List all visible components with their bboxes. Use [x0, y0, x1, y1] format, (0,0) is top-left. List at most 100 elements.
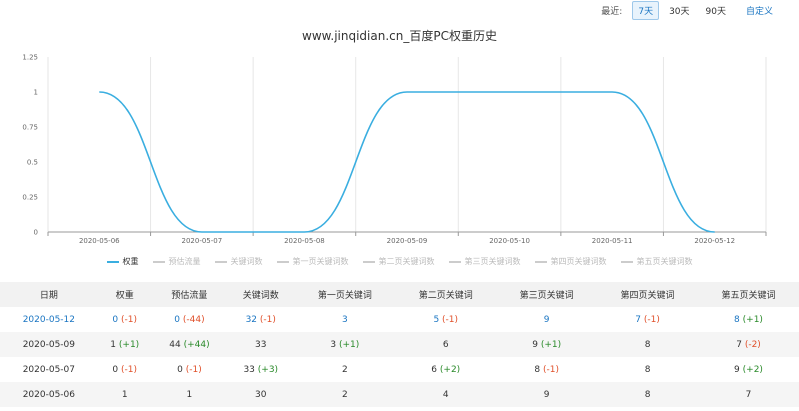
value-cell: 9 (+1): [496, 332, 598, 357]
legend-swatch: [534, 260, 547, 263]
legend-item[interactable]: 第二页关键词数: [362, 256, 435, 267]
value-cell: 8: [597, 357, 698, 382]
cell-change: (-1): [185, 364, 202, 375]
legend-item[interactable]: 第三页关键词数: [448, 256, 521, 267]
legend-swatch: [448, 260, 461, 263]
value-cell: 1 (+1): [97, 332, 152, 357]
legend-label: 关键词数: [230, 257, 263, 266]
cell-value: 8: [734, 314, 740, 325]
x-tick-label: 2020-05-09: [387, 237, 428, 245]
cell-value: 33: [255, 339, 267, 350]
date-cell[interactable]: 2020-05-12: [0, 307, 98, 332]
value-cell: 0 (-1): [98, 357, 152, 382]
cell-value: 6: [431, 364, 438, 375]
value-cell: 2: [294, 357, 395, 382]
series-line-weight: [99, 91, 715, 233]
y-tick-label: 1.25: [22, 54, 38, 62]
cell-value: 0: [177, 364, 183, 375]
value-cell[interactable]: 3: [294, 307, 395, 332]
x-tick-label: 2020-05-07: [182, 237, 223, 245]
legend-swatch: [106, 260, 119, 263]
value-cell[interactable]: 7 (-1): [597, 307, 698, 332]
column-header: 第五页关键词: [698, 282, 799, 307]
value-cell: 8: [597, 332, 699, 357]
value-cell: 8 (-1): [496, 357, 597, 382]
cell-value: 7: [635, 314, 641, 325]
legend-item[interactable]: 权重: [106, 256, 139, 267]
legend-item[interactable]: 第五页关键词数: [620, 256, 693, 267]
y-tick-label: 0.75: [22, 124, 38, 132]
value-cell[interactable]: 9: [496, 307, 597, 332]
value-cell: 9 (+2): [698, 357, 799, 382]
column-header: 关键词数: [227, 282, 295, 307]
legend-item[interactable]: 关键词数: [214, 256, 263, 267]
value-cell: 44 (+44): [151, 332, 228, 357]
cell-value: 8: [644, 339, 651, 350]
cell-change: (+1): [540, 339, 562, 350]
cell-value: 8: [534, 364, 541, 375]
x-tick-label: 2020-05-12: [694, 237, 735, 245]
cell-value: 33: [243, 364, 255, 375]
value-cell: 1: [97, 382, 152, 407]
value-cell: 3 (+1): [294, 332, 396, 357]
x-tick-label: 2020-05-11: [592, 237, 633, 245]
cell-value: 9: [543, 314, 550, 325]
column-header: 第二页关键词: [395, 282, 497, 307]
cell-value: 4: [442, 389, 449, 400]
cell-change: (+1): [118, 339, 140, 350]
cell-change: (+2): [742, 364, 763, 375]
table-header-row: 日期 权重 预估流量 关键词数 第一页关键词 第二页关键词 第三页关键词 第四页关键词 第五页关…: [0, 282, 799, 307]
legend-item[interactable]: 预估流量: [152, 256, 201, 267]
legend-item[interactable]: 第四页关键词数: [534, 256, 607, 267]
legend-item[interactable]: 第一页关键词数: [276, 256, 349, 267]
value-cell[interactable]: 0 (-1): [98, 307, 152, 332]
x-tick-label: 2020-05-10: [489, 237, 530, 245]
cell-value: 2020-05-07: [22, 364, 76, 375]
y-tick-label: 0: [34, 229, 38, 237]
y-tick-label: 0.25: [22, 194, 38, 202]
value-cell[interactable]: 5 (-1): [395, 307, 496, 332]
cell-value: 2020-05-06: [22, 389, 76, 400]
date-cell: 2020-05-07: [0, 357, 98, 382]
value-cell: 7: [698, 382, 799, 407]
table-row: 2020-05-07 0 (-1) 0 (-1) 33 (+3) 2 6 (+2) 8 (-…: [0, 357, 799, 382]
cell-change: (+1): [742, 314, 763, 325]
cell-change: (+2): [439, 364, 461, 375]
cell-change: (-1): [121, 364, 138, 375]
column-header: 第一页关键词: [294, 282, 396, 307]
cell-value: 2020-05-09: [22, 339, 76, 350]
cell-change: (-1): [542, 364, 559, 375]
weight-history-chart: 0 0.25 0.5 0.75 1 1.25 2020-05-06 2020-05-07 202…: [22, 54, 767, 245]
column-header: 日期: [0, 282, 98, 307]
value-cell: 6 (+2): [395, 357, 496, 382]
cell-change: (-1): [121, 314, 138, 325]
history-table: 日期 权重 预估流量 关键词数 第一页关键词 第二页关键词 第三页关键词 第四页关键词 第五页关…: [0, 282, 799, 407]
value-cell: 8: [597, 382, 699, 407]
cell-value: 44: [169, 339, 181, 350]
cell-change: (+44): [183, 339, 210, 350]
date-cell: 2020-05-09: [0, 332, 98, 357]
value-cell: 7 (-2): [698, 332, 799, 357]
y-tick-label: 0.5: [27, 159, 38, 167]
legend-label: 第四页关键词数: [550, 257, 607, 266]
cell-change: (+1): [339, 339, 360, 350]
cell-value: 0: [112, 364, 119, 375]
table-row: 2020-05-09 1 (+1) 44 (+44) 33 3 (+1) 6 9 (+1) 8…: [0, 332, 799, 357]
value-cell: 6: [395, 332, 497, 357]
cell-value: 3: [330, 339, 337, 350]
cell-value: 8: [644, 364, 651, 375]
value-cell[interactable]: 0 (-44): [152, 307, 227, 332]
cell-value: 7: [736, 339, 742, 350]
cell-value: 9: [543, 389, 550, 400]
value-cell[interactable]: 32 (-1): [227, 307, 294, 332]
x-tick-label: 2020-05-08: [284, 237, 325, 245]
value-cell[interactable]: 8 (+1): [698, 307, 799, 332]
value-cell: 30: [227, 382, 295, 407]
cell-value: 9: [734, 364, 740, 375]
cell-value: 2020-05-12: [22, 314, 76, 325]
cell-value: 30: [255, 389, 267, 400]
legend-label: 权重: [122, 257, 139, 266]
legend-label: 预估流量: [168, 257, 201, 266]
cell-value: 1: [110, 339, 117, 350]
cell-value: 0: [174, 314, 180, 325]
